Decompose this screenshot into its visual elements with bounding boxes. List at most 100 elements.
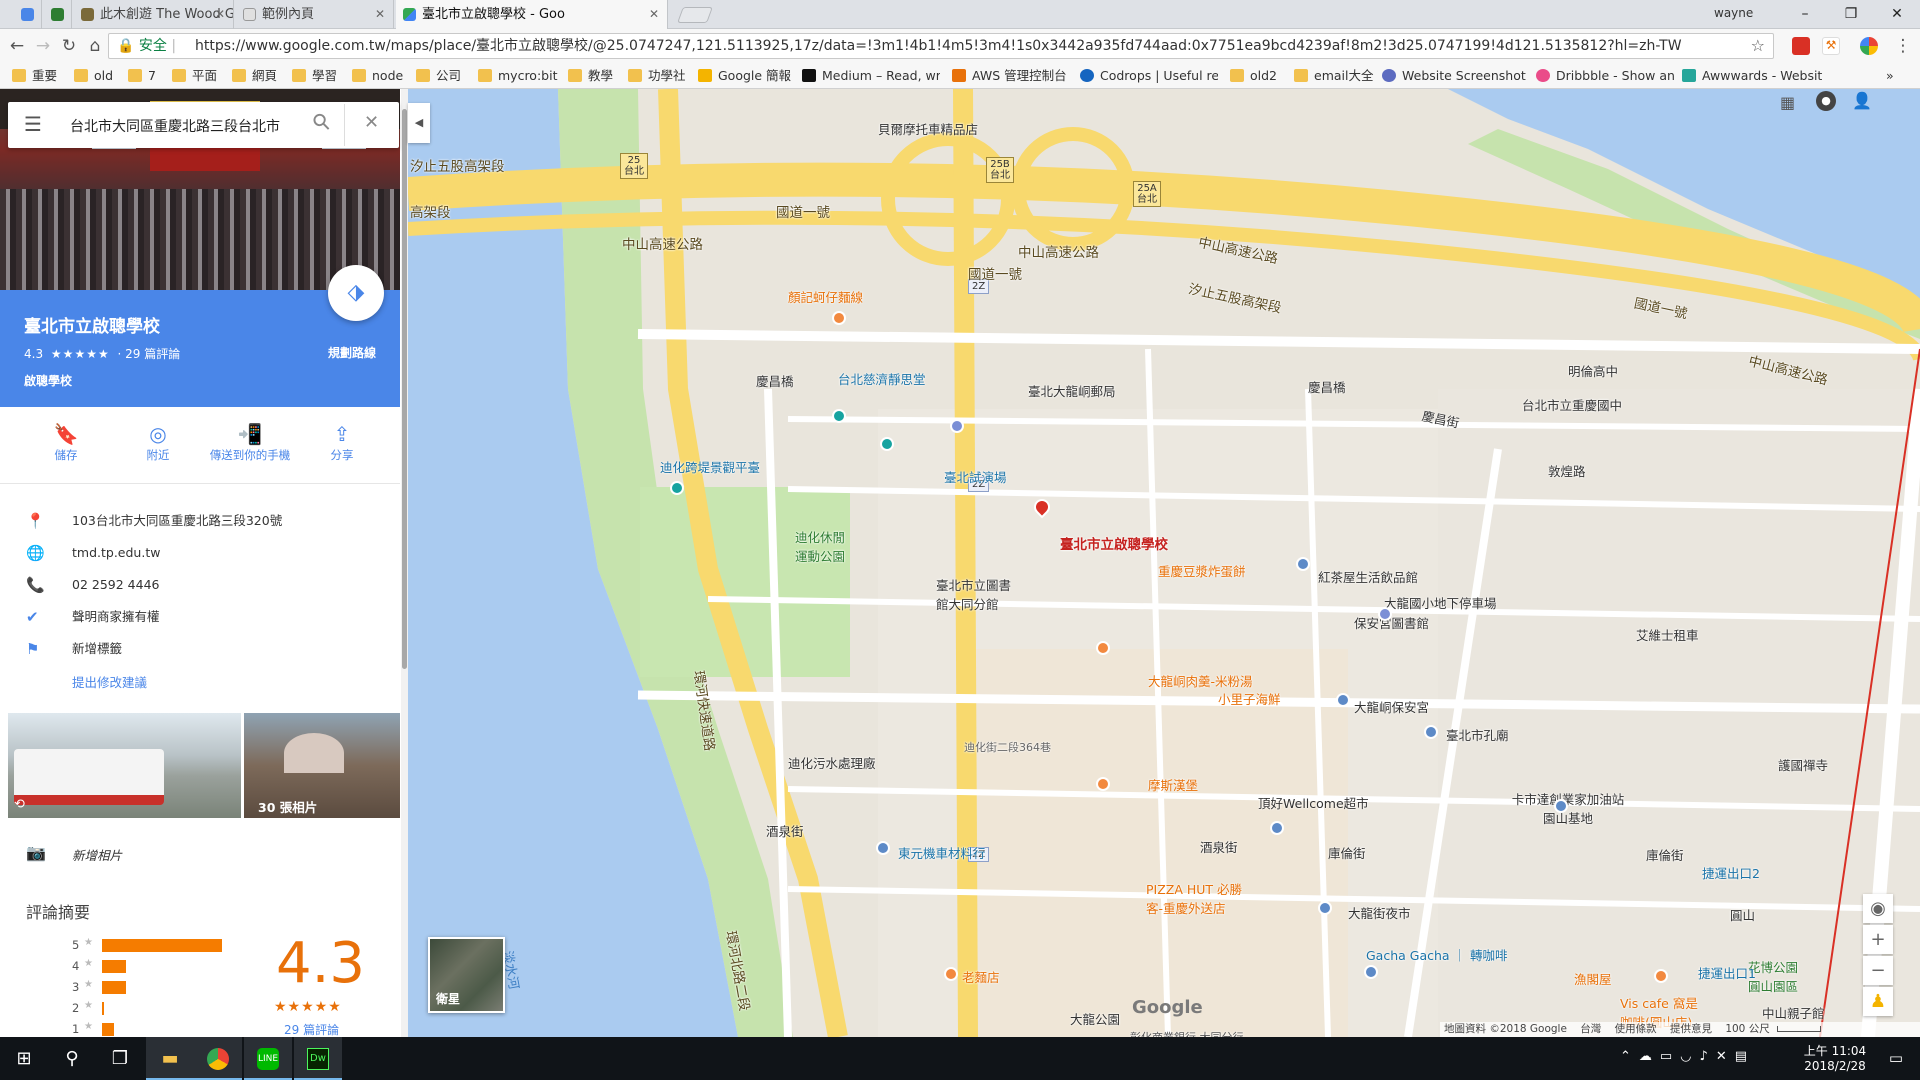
poi-label-restaurant[interactable]: 大龍峒肉羹-米粉湯 — [1148, 671, 1253, 690]
search-box[interactable]: ☰ 台北市大同區重慶北路三段台北市 ⚲ ✕ — [8, 102, 399, 148]
bookmark-folder[interactable]: 7 — [128, 67, 156, 85]
review-count-link[interactable]: 29 篇評論 — [284, 1021, 339, 1037]
rating-row[interactable]: 4.3 ★★★★★ · 29 篇評論 — [24, 345, 180, 362]
bookmark-folder[interactable]: email大全 — [1294, 67, 1373, 85]
home-button[interactable]: ⌂ — [82, 33, 108, 59]
poi-label[interactable]: 臺北大龍峒郵局 — [1028, 381, 1116, 400]
temple-pin-icon[interactable] — [1336, 693, 1350, 707]
collapse-sidebar-button[interactable]: ◀ — [408, 103, 430, 143]
tab-close-icon[interactable]: ✕ — [649, 0, 659, 29]
temple-pin-icon[interactable] — [1424, 725, 1438, 739]
poi-label-restaurant[interactable]: 漁閣屋 — [1574, 969, 1612, 988]
bookmark-codrops[interactable]: Codrops | Useful res — [1080, 67, 1218, 85]
restaurant-pin-icon[interactable] — [1096, 777, 1110, 791]
theater-pin-icon[interactable] — [880, 437, 894, 451]
satellite-toggle[interactable]: 衛星 — [428, 937, 505, 1013]
poi-label[interactable]: 頂好Wellcome超市 — [1258, 793, 1369, 812]
sidebar-scrollbar[interactable] — [401, 89, 408, 1037]
back-button[interactable]: ← — [4, 33, 30, 59]
bookmark-folder[interactable]: 功學社 — [628, 67, 686, 85]
terms-link[interactable]: 使用條款 — [1615, 1023, 1657, 1035]
selected-place-label[interactable]: 臺北市立啟聰學校 — [1060, 533, 1168, 553]
secure-lock-label[interactable]: 🔒 安全 | — [117, 34, 176, 58]
forward-button[interactable]: → — [30, 33, 56, 59]
post-office-pin-icon[interactable] — [950, 419, 964, 433]
map-canvas[interactable]: 25 台北 25B 台北 25A 台北 2Z 2Z 2Z 汐止五股高架段 高架段 國道… — [408, 89, 1920, 1037]
poi-label[interactable]: 卡市達創業家加油站園山基地 — [1508, 789, 1628, 827]
search-icon[interactable]: ⚲ — [308, 108, 337, 137]
bookmark-folder[interactable]: 平面 — [172, 67, 217, 85]
photos-thumbnail[interactable]: 30 張相片 — [244, 713, 400, 818]
map-data-credit[interactable]: 地圖資料 ©2018 Google — [1444, 1023, 1567, 1035]
poi-label[interactable]: 大龍峒保安宮 — [1354, 697, 1429, 716]
viewpoint-pin-icon[interactable] — [670, 481, 684, 495]
place-category[interactable]: 啟聰學校 — [24, 372, 72, 389]
bookmark-aws[interactable]: AWS 管理控制台 — [952, 67, 1067, 85]
shop-pin-icon[interactable] — [876, 841, 890, 855]
notifications-icon[interactable]: ● — [1816, 91, 1836, 111]
bookmark-medium[interactable]: Medium – Read, wri — [802, 67, 940, 85]
bookmarks-overflow-button[interactable]: » — [1886, 67, 1894, 85]
poi-label-restaurant[interactable]: 小里子海鮮 — [1218, 689, 1281, 708]
menu-icon[interactable]: ☰ — [24, 112, 42, 136]
parking-pin-icon[interactable] — [1378, 607, 1392, 621]
tab-google-maps[interactable]: 臺北市立啟聰學校 - Goo ✕ — [396, 0, 668, 29]
poi-label-restaurant[interactable]: 老麵店 — [962, 967, 1000, 986]
tab-pinned-1[interactable] — [14, 0, 42, 29]
poi-label[interactable]: 捷運出口1 — [1698, 963, 1756, 982]
poi-label[interactable]: 大龍國小地下停車場 — [1384, 593, 1497, 612]
poi-label[interactable]: 迪化跨堤景觀平臺 — [660, 457, 760, 476]
bookmark-folder[interactable]: old — [74, 67, 113, 85]
google-extension-icon[interactable] — [1860, 37, 1878, 55]
tab-wood-games[interactable]: 此木創遊 The Wood Ga ✕ — [74, 0, 234, 29]
close-window-button[interactable]: ✕ — [1874, 0, 1920, 29]
bookmark-dribbble[interactable]: Dribbble - Show and — [1536, 67, 1674, 85]
claim-business-row[interactable]: ✔ 聲明商家擁有權 — [0, 602, 400, 632]
tab-example-page[interactable]: 範例內頁 ✕ — [236, 0, 394, 29]
add-label-row[interactable]: ⚑ 新增標籤 — [0, 634, 400, 664]
park-label[interactable]: 花博公園圓山園區 — [1748, 957, 1808, 995]
poi-label[interactable]: 台北市立重慶國中 — [1522, 395, 1622, 414]
poi-label[interactable]: 艾維士租車 — [1636, 625, 1699, 644]
poi-label[interactable]: 彰化商業銀行 大同分行 — [1130, 1029, 1244, 1037]
action-center-button[interactable]: ▭ — [1872, 1037, 1920, 1080]
region-link[interactable]: 台灣 — [1580, 1023, 1601, 1035]
poi-label-restaurant[interactable]: 摩斯漢堡 — [1148, 775, 1198, 794]
feedback-link[interactable]: 提供意見 — [1670, 1023, 1712, 1035]
poi-label[interactable]: 貝爾摩托車精品店 — [878, 119, 978, 138]
tab-close-icon[interactable]: ✕ — [215, 0, 225, 29]
directions-button[interactable]: ⬗ — [328, 265, 384, 321]
poi-label[interactable]: 臺北市立圖書館大同分館 — [936, 575, 1022, 613]
park-label[interactable]: 迪化休閒運動公園 — [790, 527, 850, 565]
chrome-taskbar-button[interactable] — [194, 1037, 242, 1080]
poi-pin-icon[interactable] — [832, 409, 846, 423]
bookmark-star-icon[interactable]: ☆ — [1751, 34, 1765, 58]
reload-button[interactable]: ↻ — [56, 33, 82, 59]
chrome-menu-icon[interactable]: ⋮ — [1890, 33, 1916, 59]
gas-station-pin-icon[interactable] — [1554, 799, 1568, 813]
clear-search-icon[interactable]: ✕ — [364, 112, 379, 133]
minimize-button[interactable]: – — [1782, 0, 1828, 29]
send-to-phone-button[interactable]: 📲 傳送到你的手機 — [200, 421, 300, 463]
task-view-button[interactable]: ❐ — [96, 1037, 144, 1080]
bookmark-folder[interactable]: 重要 — [12, 67, 57, 85]
bookmark-folder[interactable]: old2 — [1230, 67, 1277, 85]
line-taskbar-button[interactable]: LINE — [244, 1037, 292, 1080]
bookmark-folder[interactable]: 教學 — [568, 67, 613, 85]
poi-label[interactable]: 圓山 — [1730, 905, 1755, 924]
search-input[interactable]: 台北市大同區重慶北路三段台北市 — [70, 116, 310, 136]
poi-label[interactable]: 護國禪寺 — [1778, 755, 1828, 774]
tab-pinned-2[interactable] — [44, 0, 72, 29]
apps-grid-icon[interactable]: ▦ — [1780, 93, 1795, 112]
bookmark-google-slides[interactable]: Google 簡報 — [698, 67, 791, 85]
extension-icon-1[interactable] — [1792, 37, 1810, 55]
bookmark-website-screenshot[interactable]: Website Screenshot — [1382, 67, 1526, 85]
poi-label[interactable]: 東元機車材料行 — [898, 843, 986, 862]
dreamweaver-taskbar-button[interactable]: Dw — [294, 1037, 342, 1080]
address-row[interactable]: 📍 103台北市大同區重慶北路三段320號 — [0, 506, 400, 536]
bookmark-folder[interactable]: node — [352, 67, 403, 85]
poi-label[interactable]: 捷運出口2 — [1702, 863, 1760, 882]
zoom-out-button[interactable]: − — [1863, 956, 1893, 985]
pegman-button[interactable]: ♟ — [1863, 987, 1893, 1016]
extension-icon-2[interactable]: ⚒ — [1822, 37, 1840, 55]
